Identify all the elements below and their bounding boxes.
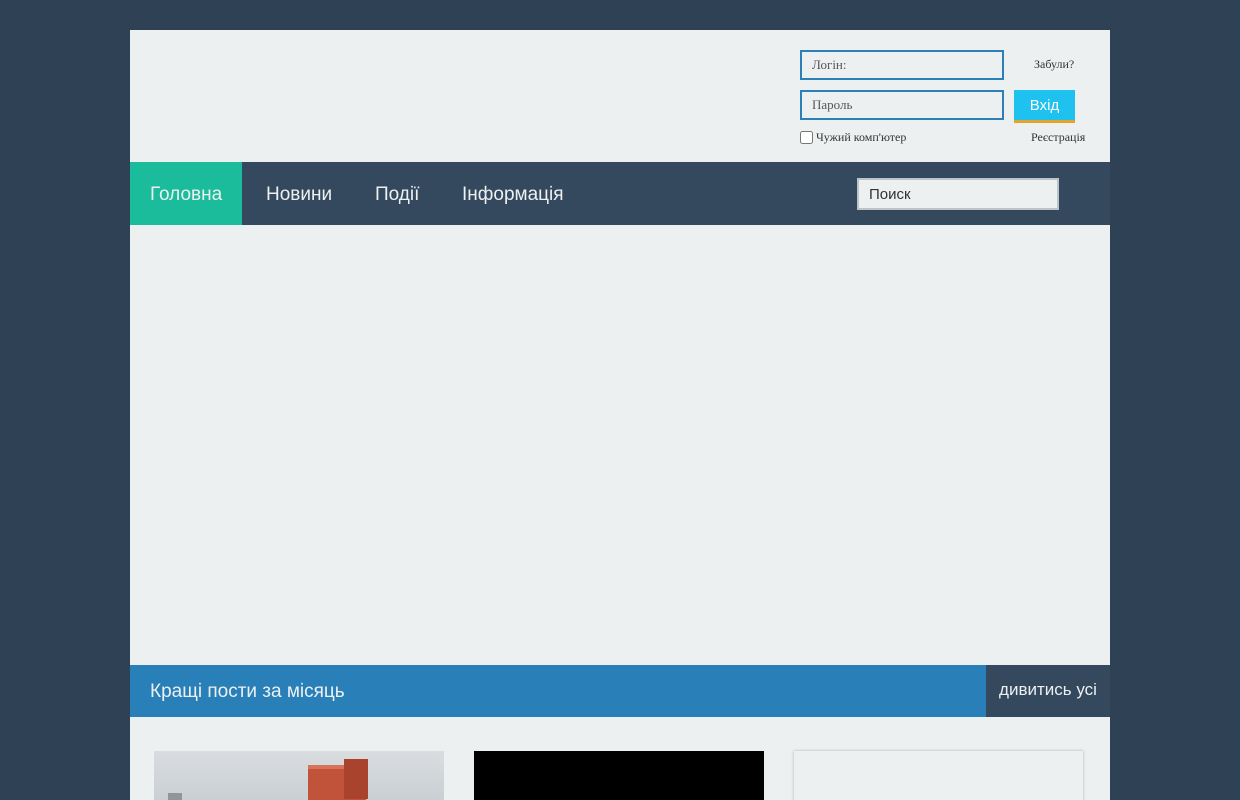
foreign-computer-option[interactable]: Чужий комп'ютер bbox=[800, 130, 906, 145]
login-button[interactable]: Вхід bbox=[1014, 90, 1075, 123]
foreign-computer-label: Чужий комп'ютер bbox=[816, 130, 907, 144]
main-nav: Головна Новини Події Інформація bbox=[130, 162, 1110, 225]
forgot-password-link[interactable]: Забули? bbox=[1034, 57, 1074, 72]
post-card-thumbnail[interactable] bbox=[794, 751, 1083, 800]
section-title: Кращі пости за місяць bbox=[150, 681, 345, 702]
search-input[interactable] bbox=[857, 178, 1059, 210]
banner-area bbox=[130, 225, 1110, 665]
header: Забули? Вхід Чужий комп'ютер Реєстрація bbox=[130, 30, 1110, 162]
post-card-thumbnail[interactable] bbox=[474, 751, 764, 800]
register-link[interactable]: Реєстрація bbox=[1031, 130, 1085, 145]
street-pole-image-part bbox=[168, 793, 182, 800]
nav-item-info[interactable]: Інформація bbox=[442, 162, 584, 225]
building-side-image-part bbox=[344, 759, 368, 799]
post-card-thumbnail[interactable] bbox=[154, 751, 444, 800]
best-posts-bar: Кращі пости за місяць дивитись усі bbox=[130, 665, 1110, 717]
page-container: Забули? Вхід Чужий комп'ютер Реєстрація … bbox=[130, 30, 1110, 800]
nav-item-news[interactable]: Новини bbox=[246, 162, 352, 225]
view-all-button[interactable]: дивитись усі bbox=[986, 665, 1110, 717]
login-input[interactable] bbox=[800, 50, 1004, 80]
foreign-computer-checkbox[interactable] bbox=[800, 131, 813, 144]
nav-item-home[interactable]: Головна bbox=[130, 162, 243, 225]
nav-item-events[interactable]: Події bbox=[355, 162, 439, 225]
password-input[interactable] bbox=[800, 90, 1004, 120]
